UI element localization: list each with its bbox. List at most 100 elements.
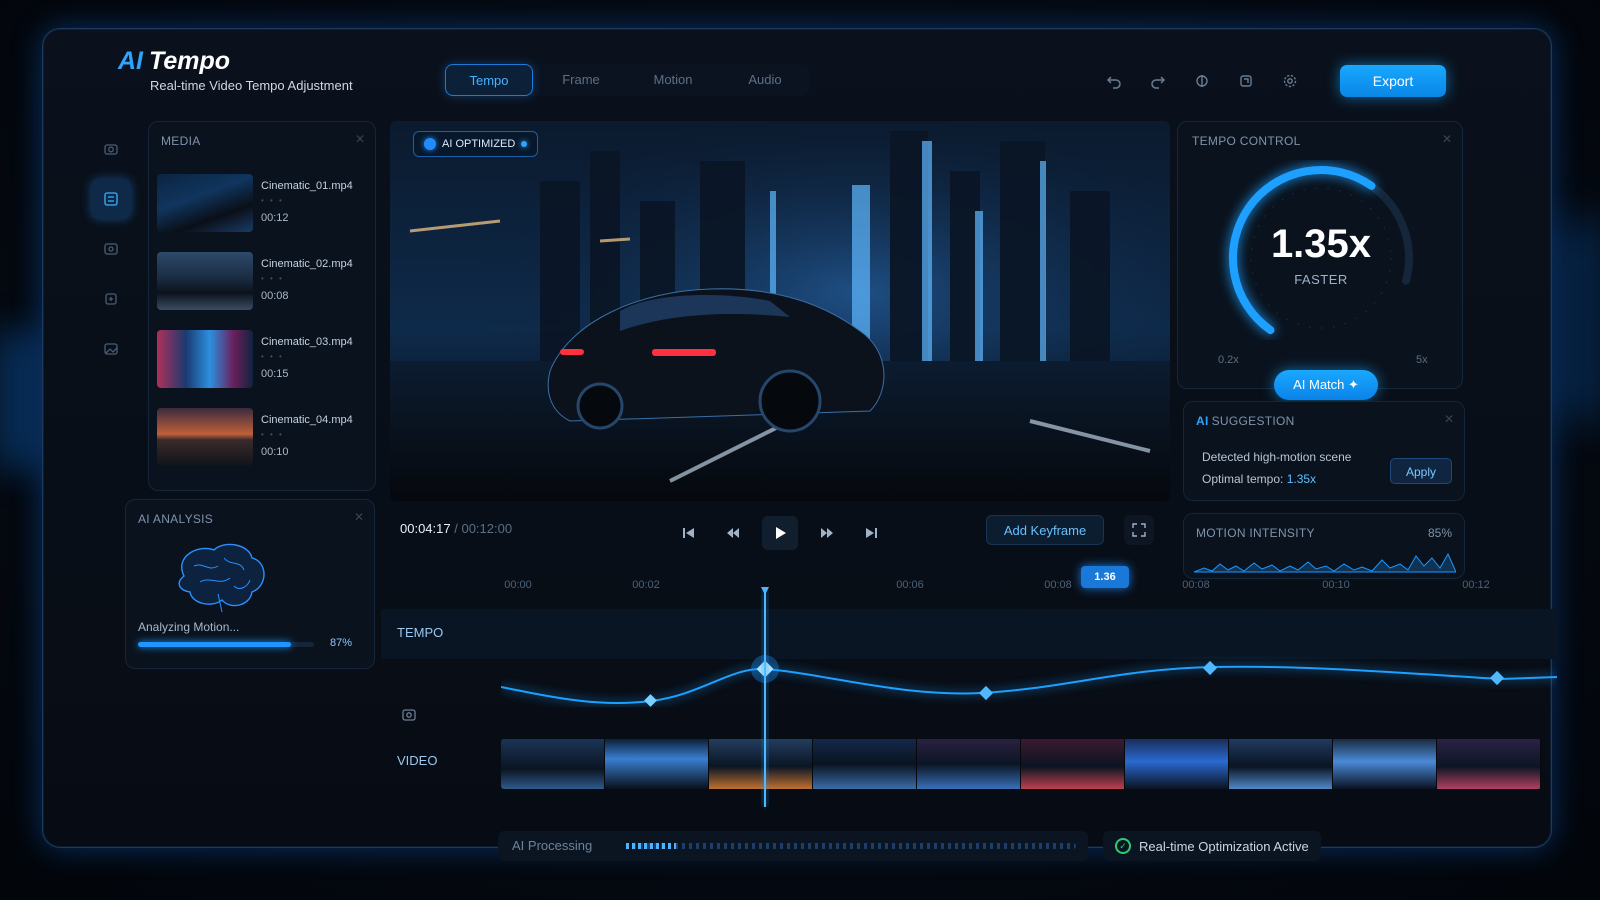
app-window: AI Tempo Real-time Video Tempo Adjustment…: [42, 28, 1557, 861]
ai-optimized-label: AI OPTIMIZED: [442, 138, 516, 150]
media-item-name: Cinematic_02.mp4: [261, 258, 353, 270]
video-frame-thumb: [1333, 739, 1437, 789]
sidebar-rail: [91, 129, 131, 369]
effects-icon: [104, 243, 118, 255]
tab-audio[interactable]: Audio: [721, 64, 809, 96]
media-item-name: Cinematic_01.mp4: [261, 180, 353, 192]
tab-tempo[interactable]: Tempo: [445, 64, 533, 96]
total-time: / 00:12:00: [454, 521, 513, 536]
realtime-optimization-status: ✓ Real-time Optimization Active: [1103, 831, 1321, 861]
tick-label: 00:02: [632, 579, 660, 591]
media-item-name: Cinematic_04.mp4: [261, 414, 353, 426]
video-frame-thumb: [1021, 739, 1125, 789]
media-item-meta: • • •: [261, 430, 284, 439]
crop-icon[interactable]: [1231, 67, 1261, 95]
media-item-meta: • • •: [261, 274, 284, 283]
tick-label: 00:10: [1322, 579, 1350, 591]
video-track-label: VIDEO: [397, 753, 438, 768]
ai-analysis-panel: AI ANALYSIS ✕ Analyzing Motion... 87%: [125, 499, 375, 669]
motion-intensity-value: 85%: [1427, 526, 1452, 540]
tick-label: 00:00: [504, 579, 532, 591]
sidebar-item-camera[interactable]: [91, 129, 131, 169]
video-preview[interactable]: [390, 121, 1170, 501]
tab-frame[interactable]: Frame: [537, 64, 625, 96]
ai-match-button[interactable]: AI Match ✦: [1274, 370, 1378, 400]
media-item-duration: 00:12: [261, 212, 289, 224]
tempo-control-panel: TEMPO CONTROL ✕ 1.35x FASTER 0.2x 5x AI …: [1177, 121, 1463, 400]
mode-tabs: Tempo Frame Motion Audio: [445, 64, 809, 96]
analysis-progress-bar: [138, 642, 314, 647]
redo-icon[interactable]: [1143, 67, 1173, 95]
compare-icon[interactable]: [1187, 67, 1217, 95]
play-icon[interactable]: [762, 516, 798, 550]
keyframe-marker[interactable]: [978, 685, 994, 701]
tempo-control-title: TEMPO CONTROL: [1192, 134, 1301, 148]
media-item-meta: • • •: [261, 196, 284, 205]
keyframe-marker[interactable]: [644, 694, 657, 707]
close-icon[interactable]: ✕: [1444, 412, 1454, 426]
tick-label: 00:08: [1044, 579, 1072, 591]
camera-track-icon[interactable]: [401, 707, 417, 723]
video-frame-thumb: [1125, 739, 1229, 789]
sidebar-item-effects[interactable]: [91, 229, 131, 269]
ai-suggestion-title: AI SUGGESTION: [1196, 414, 1295, 428]
skip-start-icon[interactable]: [674, 519, 704, 547]
media-item-3[interactable]: Cinematic_03.mp4 • • • 00:15: [157, 330, 367, 394]
keyframe-marker[interactable]: [1489, 670, 1505, 686]
tempo-curve[interactable]: [501, 627, 1557, 707]
playhead-line[interactable]: [761, 587, 769, 807]
media-thumbnail: [157, 174, 253, 232]
video-frame-thumb: [813, 739, 917, 789]
ai-optimized-badge: AI OPTIMIZED: [413, 131, 539, 157]
media-item-1[interactable]: Cinematic_01.mp4 • • • 00:12: [157, 174, 367, 238]
tempo-min-label: 0.2x: [1218, 354, 1239, 366]
export-button[interactable]: Export: [1340, 65, 1446, 97]
media-item-4[interactable]: Cinematic_04.mp4 • • • 00:10: [157, 408, 367, 472]
playback-bar: 00:04:17 / 00:12:00 Add Keyframe: [390, 509, 1170, 551]
sidebar-item-media[interactable]: [91, 179, 131, 219]
undo-icon[interactable]: [1099, 67, 1129, 95]
skip-end-icon[interactable]: [856, 519, 886, 547]
keyframe-marker[interactable]: [1202, 660, 1218, 676]
close-icon[interactable]: ✕: [354, 510, 364, 524]
tempo-track-label: TEMPO: [397, 625, 444, 640]
timeline: 00:00 00:02 00:06 00:08 00:08 00:10 00:1…: [381, 566, 1557, 807]
sidebar-item-gallery[interactable]: [91, 329, 131, 369]
analysis-progress-fill: [138, 642, 292, 647]
close-icon[interactable]: ✕: [1442, 132, 1452, 146]
timeline-ruler[interactable]: 00:00 00:02 00:06 00:08 00:08 00:10 00:1…: [501, 567, 1557, 603]
tick-label: 00:06: [896, 579, 924, 591]
suggestion-detected: Detected high-motion scene: [1202, 450, 1352, 464]
ai-processing-track: [626, 843, 1076, 849]
media-item-2[interactable]: Cinematic_02.mp4 • • • 00:08: [157, 252, 367, 316]
tab-motion[interactable]: Motion: [629, 64, 717, 96]
media-item-name: Cinematic_03.mp4: [261, 336, 353, 348]
app-title-ai: AI: [118, 47, 143, 75]
ai-suggestion-panel: AI SUGGESTION ✕ Detected high-motion scen…: [1183, 401, 1465, 501]
media-item-duration: 00:15: [261, 368, 289, 380]
media-thumbnail: [157, 252, 253, 310]
analysis-status: Analyzing Motion...: [138, 620, 240, 634]
media-item-duration: 00:08: [261, 290, 289, 302]
tick-label: 00:08: [1182, 579, 1210, 591]
live-dot-icon: [521, 141, 528, 147]
close-icon[interactable]: ✕: [355, 132, 365, 146]
ai-suggestion-label: SUGGESTION: [1211, 414, 1295, 428]
sidebar-item-transform[interactable]: [91, 279, 131, 319]
video-track-strip[interactable]: [501, 739, 1541, 789]
tick-label: 00:12: [1462, 579, 1490, 591]
apply-button[interactable]: Apply: [1390, 458, 1452, 484]
settings-icon[interactable]: [1275, 67, 1305, 95]
playhead-label[interactable]: 1.36: [1081, 566, 1129, 588]
app-subtitle: Real-time Video Tempo Adjustment: [150, 78, 353, 93]
rewind-icon[interactable]: [718, 519, 748, 547]
fullscreen-icon[interactable]: [1124, 515, 1154, 545]
add-keyframe-button[interactable]: Add Keyframe: [986, 515, 1104, 545]
current-time: 00:04:17: [400, 521, 451, 536]
media-icon: [104, 192, 118, 206]
transport-controls: [674, 516, 886, 550]
tempo-dial[interactable]: 1.35x FASTER: [1218, 160, 1424, 340]
video-frame-thumb: [605, 739, 709, 789]
fast-forward-icon[interactable]: [812, 519, 842, 547]
video-frame-thumb: [501, 739, 605, 789]
